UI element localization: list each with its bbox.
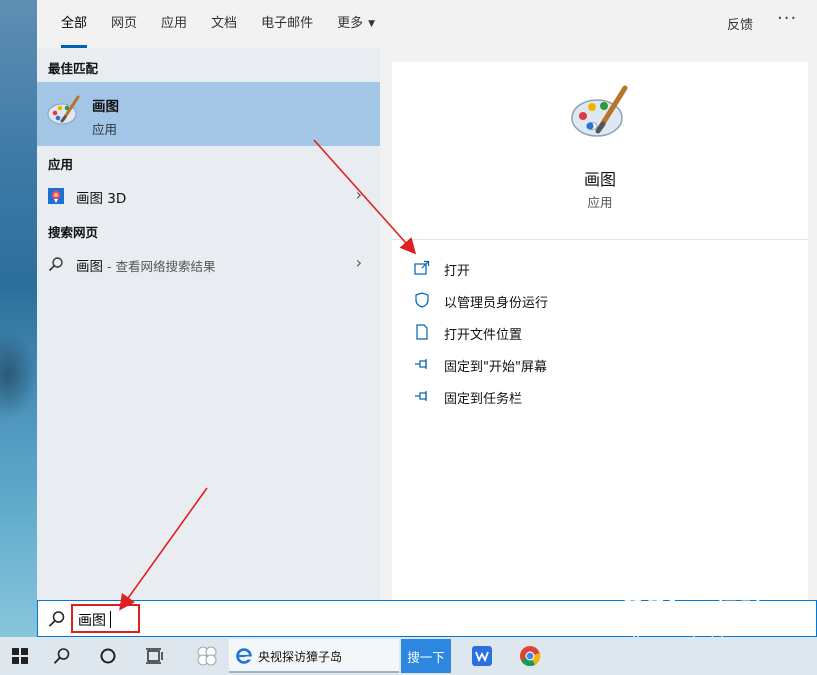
pin-icon <box>415 391 427 401</box>
paint-palette-icon <box>47 95 80 125</box>
pin-icon <box>415 359 427 369</box>
feedback-button[interactable]: 反馈 <box>727 14 753 33</box>
filter-bar: 全部 网页 应用 文档 电子邮件 更多 ▼ 反馈 ··· <box>37 0 817 48</box>
detail-subtitle: 应用 <box>587 195 613 210</box>
taskbar-app-ie[interactable]: 央视探访獐子岛 <box>229 639 399 673</box>
best-match-subtitle: 应用 <box>92 122 118 137</box>
chevron-down-icon: ▼ <box>368 19 376 29</box>
desktop-background <box>0 0 37 637</box>
detail-pane: 画图 应用 打开 以管理员身份运行 打开文件位置 固定到"开始"屏幕 固定到任务… <box>392 62 808 600</box>
start-button[interactable] <box>0 637 40 675</box>
internet-explorer-icon <box>236 648 252 664</box>
action-open-file-location[interactable]: 打开文件位置 <box>414 322 794 344</box>
taskbar-search-button[interactable] <box>42 637 82 675</box>
annotation-highlight-box <box>71 604 140 633</box>
chrome-icon <box>520 646 541 667</box>
tab-all[interactable]: 全部 <box>49 0 99 48</box>
action-label: 打开文件位置 <box>444 328 523 343</box>
paint-palette-icon <box>571 85 628 137</box>
watermark-logo-text: Bai <box>622 587 679 622</box>
web-search-item[interactable]: 画图 - 查看网络搜索结果 › <box>37 248 380 280</box>
cortana-button[interactable] <box>88 637 128 675</box>
tab-documents[interactable]: 文档 <box>199 0 249 48</box>
filter-tabs: 全部 网页 应用 文档 电子邮件 更多 ▼ <box>49 0 387 48</box>
task-view-button[interactable] <box>135 637 175 675</box>
tab-label: 更多 <box>337 16 364 31</box>
tab-label: 电子邮件 <box>261 16 314 31</box>
more-options-button[interactable]: ··· <box>777 8 797 29</box>
taskbar-app-label: 央视探访獐子岛 <box>258 650 343 664</box>
cortana-circle-icon <box>100 648 116 664</box>
search-icon <box>48 611 65 627</box>
tab-label: 网页 <box>111 16 138 31</box>
section-apps: 应用 <box>48 157 74 172</box>
wps-icon <box>472 646 492 666</box>
action-label: 固定到"开始"屏幕 <box>444 360 547 375</box>
paint3d-icon <box>48 188 64 204</box>
search-icon <box>53 648 70 664</box>
action-open[interactable]: 打开 <box>414 258 794 280</box>
web-search-label: 画图 - 查看网络搜索结果 <box>76 255 215 275</box>
pinwheel-app-button[interactable] <box>187 637 227 675</box>
web-search-query: 画图 <box>76 259 103 275</box>
app-item-label: 画图 3D <box>76 191 127 207</box>
taskbar-search-go-button[interactable]: 搜一下 <box>401 639 451 673</box>
tab-more[interactable]: 更多 ▼ <box>325 0 387 48</box>
task-view-icon <box>146 648 163 664</box>
shield-icon <box>415 292 429 308</box>
web-search-hint: - 查看网络搜索结果 <box>103 259 216 274</box>
section-best-match: 最佳匹配 <box>48 61 99 76</box>
tab-label: 应用 <box>161 16 188 31</box>
wps-app-button[interactable] <box>462 637 502 675</box>
taskbar: 央视探访獐子岛 搜一下 <box>0 637 817 675</box>
detail-title: 画图 <box>583 170 616 189</box>
action-label: 打开 <box>444 264 471 279</box>
windows-logo-icon <box>12 648 28 664</box>
tab-apps[interactable]: 应用 <box>149 0 199 48</box>
tab-web[interactable]: 网页 <box>99 0 149 48</box>
action-pin-to-start[interactable]: 固定到"开始"屏幕 <box>414 354 794 376</box>
chevron-right-icon[interactable]: › <box>356 253 362 272</box>
action-pin-to-taskbar[interactable]: 固定到任务栏 <box>414 386 794 408</box>
best-match-title: 画图 <box>92 99 119 115</box>
tab-email[interactable]: 电子邮件 <box>249 0 325 48</box>
watermark-cn: 经验 <box>714 599 767 629</box>
tab-label: 全部 <box>61 16 88 31</box>
chrome-app-button[interactable] <box>510 637 550 675</box>
search-icon <box>48 257 63 272</box>
open-icon <box>414 260 430 275</box>
action-label: 固定到任务栏 <box>444 392 523 407</box>
pinwheel-icon <box>197 646 217 666</box>
file-icon <box>416 324 428 340</box>
start-search-panel: 全部 网页 应用 文档 电子邮件 更多 ▼ 反馈 ··· 最佳匹配 画图 应用 应… <box>37 0 817 637</box>
section-web: 搜索网页 <box>48 225 99 240</box>
app-item-paint3d[interactable]: 画图 3D › <box>37 180 380 212</box>
results-list: 最佳匹配 画图 应用 应用 画图 3D › 搜索网页 画图 - 查看网络搜索结果… <box>37 48 380 600</box>
best-match-item[interactable]: 画图 应用 <box>37 82 380 146</box>
action-label: 以管理员身份运行 <box>444 296 549 311</box>
action-run-as-admin[interactable]: 以管理员身份运行 <box>414 290 794 312</box>
divider <box>392 239 808 240</box>
chevron-right-icon[interactable]: › <box>356 185 362 204</box>
tab-label: 文档 <box>211 16 238 31</box>
